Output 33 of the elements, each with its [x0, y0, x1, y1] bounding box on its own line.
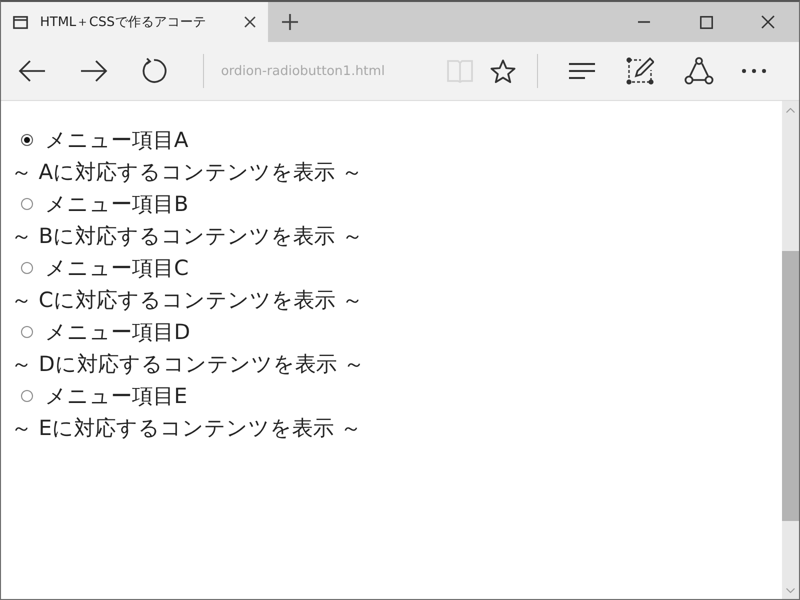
radio-button[interactable]	[21, 326, 33, 338]
menu-item-label[interactable]: メニュー項目D	[45, 318, 190, 346]
scrollbar[interactable]	[782, 101, 799, 599]
maximize-icon[interactable]	[700, 16, 712, 28]
share-icon[interactable]	[684, 57, 714, 85]
scroll-thumb[interactable]	[782, 251, 799, 521]
close-icon[interactable]	[244, 16, 256, 28]
tab-title: HTML＋CSSで作るアコーテ	[40, 14, 207, 31]
content-text: ～ Cに対応するコンテンツを表示 ～	[11, 287, 364, 314]
plus-icon[interactable]	[282, 14, 298, 30]
radio-button[interactable]	[21, 198, 33, 210]
close-icon[interactable]	[761, 15, 775, 29]
refresh-icon[interactable]	[141, 58, 168, 84]
browser-tab[interactable]: HTML＋CSSで作るアコーテ	[1, 2, 268, 42]
tab-page-icon	[13, 16, 28, 28]
forward-arrow-icon[interactable]	[80, 60, 108, 82]
menu-item-label[interactable]: メニュー項目A	[45, 126, 188, 154]
content-text: ～ Aに対応するコンテンツを表示 ～	[11, 159, 363, 186]
radio-button[interactable]	[21, 390, 33, 402]
content-text: ～ Eに対応するコンテンツを表示 ～	[11, 415, 362, 442]
menu-item-label[interactable]: メニュー項目B	[45, 190, 188, 218]
minimize-icon[interactable]	[638, 21, 650, 23]
more-icon[interactable]	[741, 68, 768, 74]
menu-item-label[interactable]: メニュー項目C	[45, 254, 189, 282]
lines-icon[interactable]	[568, 61, 596, 81]
back-arrow-icon[interactable]	[18, 60, 46, 82]
pen-square-icon[interactable]	[626, 57, 654, 85]
menu-item-label[interactable]: メニュー項目E	[45, 382, 188, 410]
content-text: ～ Dに対応するコンテンツを表示 ～	[11, 351, 365, 378]
content-text: ～ Bに対応するコンテンツを表示 ～	[11, 223, 363, 250]
radio-button[interactable]	[21, 262, 33, 274]
radio-button[interactable]	[21, 134, 33, 146]
star-icon[interactable]	[490, 58, 516, 84]
